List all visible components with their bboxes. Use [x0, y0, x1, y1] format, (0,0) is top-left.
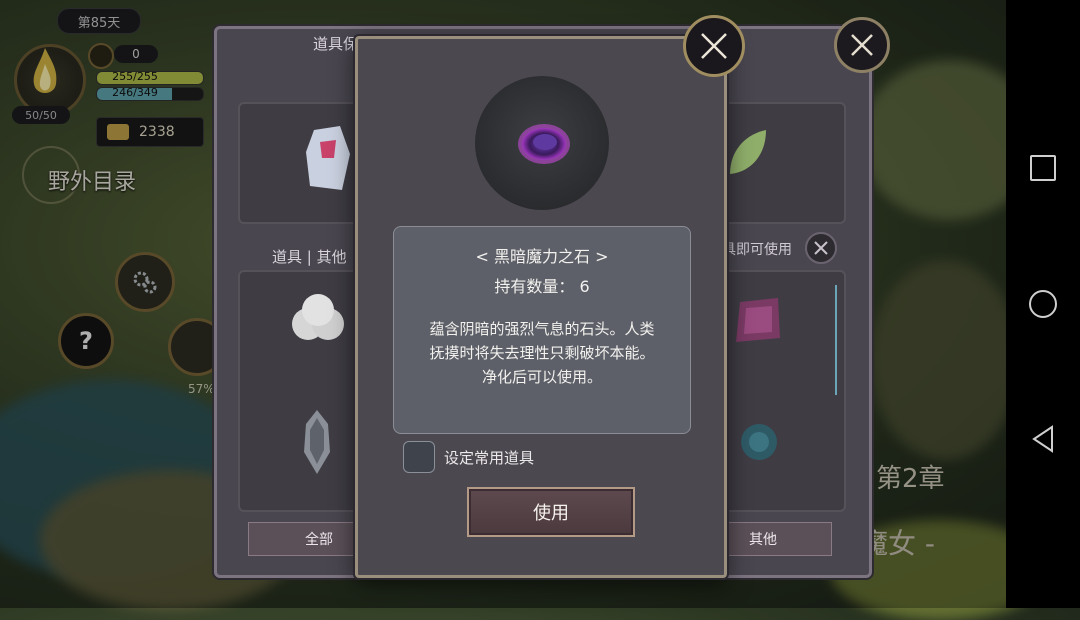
storage-tab-label[interactable]: 道具 | 其他 — [272, 246, 347, 267]
hint-close-button[interactable] — [805, 232, 837, 264]
circle-icon — [1029, 290, 1057, 318]
square-icon — [1030, 155, 1056, 181]
storage-close-button[interactable] — [834, 17, 890, 73]
list-scrollbar[interactable] — [835, 285, 837, 395]
back-button[interactable] — [1028, 424, 1058, 454]
close-icon — [701, 33, 727, 59]
back-triangle-icon — [1032, 425, 1053, 453]
dark-magic-stone-icon — [518, 124, 570, 164]
spiked-item-icon — [304, 410, 330, 474]
system-nav-bar — [1006, 0, 1080, 608]
armor-item-icon — [306, 126, 350, 190]
home-button[interactable] — [1028, 289, 1058, 319]
dialog-close-button[interactable] — [683, 15, 745, 77]
item-name: < 黑暗魔力之石 > — [475, 247, 609, 266]
cloud-item-icon — [292, 294, 344, 340]
storage-hint: 具即可使用 — [722, 242, 792, 258]
spiky-ball-item-icon — [741, 424, 777, 460]
favorite-item-checkbox[interactable] — [403, 441, 435, 473]
recents-button[interactable] — [1028, 153, 1058, 183]
item-description: 蕴含阴暗的强烈气息的石头。人类 抚摸时将失去理性只剩破坏本能。 净化后可以使用。 — [429, 320, 655, 386]
purple-crystal-item-icon — [736, 298, 780, 342]
item-count: 持有数量： 6 — [494, 277, 590, 296]
close-icon — [851, 34, 873, 56]
leaf-item-icon — [730, 130, 766, 174]
item-info-panel: < 黑暗魔力之石 > 持有数量： 6 蕴含阴暗的强烈气息的石头。人类 抚摸时将失… — [393, 226, 691, 434]
close-icon — [814, 241, 828, 255]
use-button[interactable]: 使用 — [467, 487, 635, 537]
favorite-item-label[interactable]: 设定常用道具 — [444, 447, 534, 468]
